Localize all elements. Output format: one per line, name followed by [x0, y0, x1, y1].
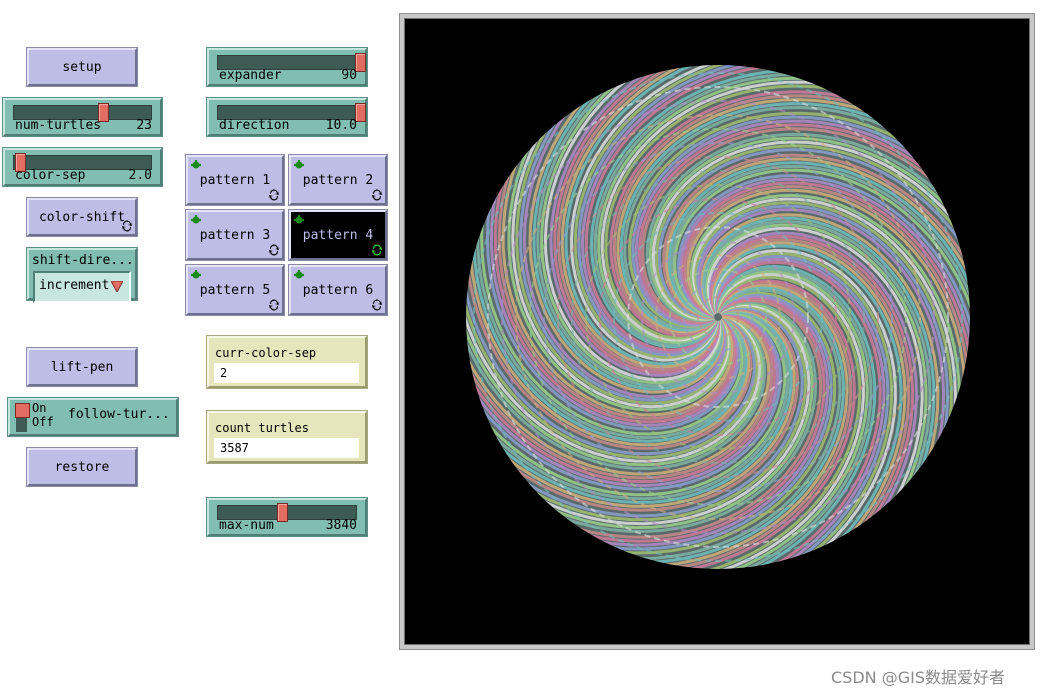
turtle-agent-icon: [191, 215, 201, 224]
switch-off-label: Off: [32, 415, 54, 429]
curr-color-sep-monitor: curr-color-sep 2: [206, 335, 368, 389]
pattern-6-button[interactable]: pattern 6: [288, 264, 388, 316]
restore-label: restore: [54, 459, 110, 475]
chooser-dropdown[interactable]: increment: [33, 271, 131, 303]
slider-value: 23: [136, 118, 152, 133]
monitor-value: 2: [214, 363, 359, 383]
slider-label: num-turtles: [15, 118, 102, 133]
expander-slider[interactable]: expander 90: [206, 47, 368, 87]
forever-arrows-icon: [372, 244, 382, 256]
pattern-3-button[interactable]: pattern 3: [185, 209, 285, 261]
forever-arrows-icon: [372, 189, 382, 201]
follow-turtle-switch[interactable]: On Off follow-tur...: [7, 397, 179, 437]
slider-value: 90: [341, 68, 357, 83]
pattern-1-button[interactable]: pattern 1: [185, 154, 285, 206]
pattern-1-label: pattern 1: [199, 172, 271, 188]
slider-label: color-sep: [15, 168, 86, 183]
turtle-agent-icon: [191, 270, 201, 279]
slider-label: direction: [219, 118, 290, 133]
max-num-slider[interactable]: max-num 3840: [206, 497, 368, 537]
forever-arrows-icon: [269, 244, 279, 256]
pattern-2-button[interactable]: pattern 2: [288, 154, 388, 206]
watermark-text: CSDN @GIS数据爱好者: [831, 668, 1005, 687]
switch-on-label: On: [32, 401, 47, 415]
setup-label: setup: [62, 59, 102, 75]
lift-pen-label: lift-pen: [50, 359, 114, 375]
turtle-agent-icon: [294, 215, 304, 224]
count-turtles-monitor: count turtles 3587: [206, 410, 368, 464]
slider-thumb[interactable]: [277, 503, 288, 522]
lift-pen-button[interactable]: lift-pen: [26, 347, 138, 387]
forever-arrows-icon: [122, 220, 132, 232]
pattern-6-label: pattern 6: [302, 282, 374, 298]
shift-direction-chooser[interactable]: shift-dire... increment: [26, 247, 138, 303]
switch-name: follow-tur...: [68, 407, 170, 422]
forever-arrows-icon: [372, 299, 382, 311]
pattern-4-label: pattern 4: [302, 227, 374, 243]
restore-button[interactable]: restore: [26, 447, 138, 487]
forever-arrows-icon: [269, 189, 279, 201]
setup-button[interactable]: setup: [26, 47, 138, 87]
slider-value: 10.0: [325, 118, 357, 133]
pattern-5-label: pattern 5: [199, 282, 271, 298]
world-canvas[interactable]: [404, 18, 1030, 645]
pattern-4-button[interactable]: pattern 4: [288, 209, 388, 261]
slider-label: max-num: [219, 518, 274, 533]
slider-value: 2.0: [128, 168, 152, 183]
turtle-agent-icon: [294, 270, 304, 279]
monitor-title: curr-color-sep: [215, 346, 317, 360]
pattern-3-label: pattern 3: [199, 227, 271, 243]
direction-slider[interactable]: direction 10.0: [206, 97, 368, 137]
monitor-value: 3587: [214, 438, 359, 458]
forever-arrows-icon: [269, 299, 279, 311]
turtle-agent-icon: [294, 160, 304, 169]
world-view[interactable]: [399, 13, 1035, 650]
chooser-selected: increment: [39, 278, 110, 293]
switch-knob[interactable]: [15, 403, 30, 418]
turtle-agent-icon: [191, 160, 201, 169]
monitor-title: count turtles: [215, 421, 309, 435]
color-shift-label: color-shift: [38, 209, 126, 225]
chooser-title: shift-dire...: [32, 253, 134, 268]
num-turtles-slider[interactable]: num-turtles 23: [2, 97, 163, 137]
spiral-pattern-drawing: [466, 65, 970, 569]
slider-label: expander: [219, 68, 282, 83]
dropdown-arrow-icon: [111, 281, 123, 292]
color-shift-button[interactable]: color-shift: [26, 197, 138, 237]
pattern-2-label: pattern 2: [302, 172, 374, 188]
color-sep-slider[interactable]: color-sep 2.0: [2, 147, 163, 187]
slider-value: 3840: [325, 518, 357, 533]
pattern-5-button[interactable]: pattern 5: [185, 264, 285, 316]
